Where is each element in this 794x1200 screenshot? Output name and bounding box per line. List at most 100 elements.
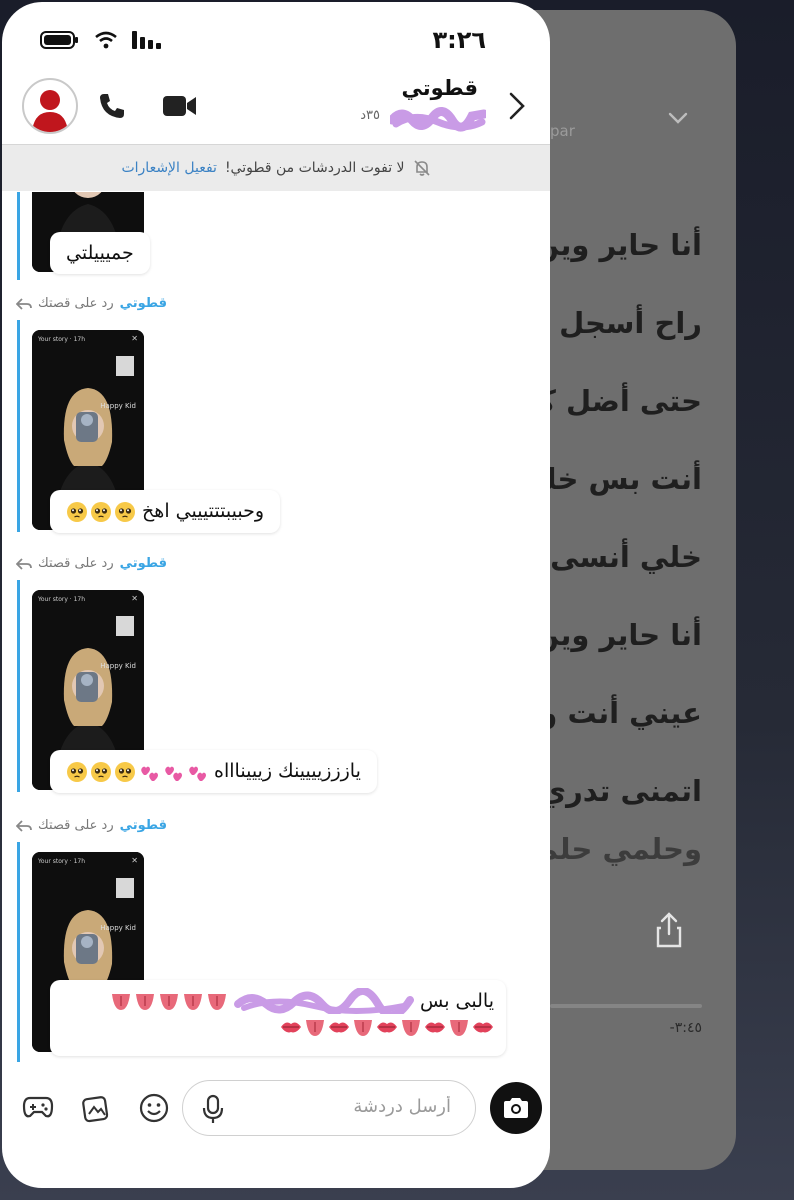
lyric-line: راح أسجل ر — [532, 306, 702, 340]
lyric-line: اتمنى تدري — [539, 774, 702, 808]
lips-icon — [329, 1022, 349, 1033]
song-title-fragment: par — [550, 122, 575, 140]
reply-indicator — [17, 192, 20, 280]
pleading-face-icon — [115, 501, 135, 522]
reply-indicator — [17, 842, 20, 1062]
message-text: جميييلتي — [66, 242, 134, 264]
tongue-icon — [402, 1020, 420, 1036]
story-meta: Your story · 17h — [38, 858, 86, 865]
tongue-icon — [354, 1020, 372, 1036]
close-icon: ✕ — [131, 856, 138, 865]
redacted-scribble — [390, 107, 486, 132]
lips-icon — [281, 1022, 301, 1033]
last-active-time: ٣٥د — [360, 108, 380, 123]
message-bubble[interactable]: يازززيييينك زيييناااه — [50, 750, 377, 793]
pleading-face-icon — [67, 761, 87, 782]
tongue-icon — [160, 994, 178, 1010]
reply-indicator — [17, 580, 20, 792]
reply-indicator — [17, 320, 20, 532]
pleading-face-icon — [91, 761, 111, 782]
emoji-picker-icon[interactable] — [138, 1092, 170, 1124]
story-meta: Your story · 17h — [38, 596, 86, 603]
game-controller-icon[interactable] — [22, 1092, 54, 1122]
two-hearts-icon — [141, 766, 158, 781]
chat-input[interactable] — [249, 1095, 453, 1118]
story-caption: Happy Kid — [100, 662, 136, 670]
chevron-right-icon[interactable] — [508, 90, 526, 122]
camera-button[interactable] — [490, 1082, 542, 1134]
notification-text: لا تفوت الدردشات من قطوتي! — [224, 160, 405, 176]
two-hearts-icon — [189, 766, 206, 781]
lyric-line: أنا حاير وين — [534, 228, 702, 262]
chat-messages[interactable]: جميييلتي قطوتي رد على قصتك Your story · … — [2, 192, 550, 1062]
message-composer — [2, 1064, 550, 1150]
notification-banner: لا تفوت الدردشات من قطوتي! تفعيل الإشعار… — [2, 144, 550, 191]
lips-tongue-emoji-row — [62, 1016, 494, 1038]
reply-author[interactable]: قطوتي — [120, 556, 167, 571]
reply-label: قطوتي رد على قصتك — [16, 296, 167, 311]
tongue-emoji-group — [110, 990, 228, 1012]
bitmoji-avatar-icon — [32, 90, 68, 132]
chevron-down-icon[interactable] — [666, 106, 690, 130]
lips-icon — [473, 1022, 493, 1033]
memories-gallery-icon[interactable] — [80, 1092, 112, 1124]
pleading-face-icon — [115, 761, 135, 782]
story-caption: Happy Kid — [100, 402, 136, 410]
two-hearts-icon — [165, 766, 182, 781]
tongue-icon — [208, 994, 226, 1010]
close-icon: ✕ — [131, 594, 138, 603]
message-bubble[interactable]: يالبى بس — [50, 980, 506, 1056]
video-call-icon[interactable] — [162, 94, 198, 118]
camera-icon — [504, 1098, 528, 1118]
reply-author[interactable]: قطوتي — [120, 818, 167, 833]
lips-icon — [425, 1022, 445, 1033]
bell-off-icon — [413, 160, 430, 176]
message-text: يازززيييينك زيييناااه — [214, 760, 361, 782]
reply-arrow-icon — [16, 819, 32, 832]
hearts-emoji-group — [66, 761, 208, 783]
lyric-line: أنا حاير وين — [534, 618, 702, 652]
status-bar: ٣:٢٦ — [2, 2, 550, 72]
lips-icon — [377, 1022, 397, 1033]
reply-caption: رد على قصتك — [38, 556, 114, 571]
reply-caption: رد على قصتك — [38, 818, 114, 833]
message-bubble[interactable]: جميييلتي — [50, 232, 150, 274]
time-remaining: -٣:٤٥ — [669, 1020, 702, 1036]
story-caption: Happy Kid — [100, 924, 136, 932]
message-text: يالبى بس — [420, 990, 494, 1012]
clock: ٣:٢٦ — [432, 26, 486, 54]
reply-author[interactable]: قطوتي — [120, 296, 167, 311]
tongue-icon — [450, 1020, 468, 1036]
tongue-icon — [112, 994, 130, 1010]
reply-label: قطوتي رد على قصتك — [16, 556, 167, 571]
tongue-icon — [306, 1020, 324, 1036]
share-icon[interactable] — [654, 910, 684, 950]
reply-caption: رد على قصتك — [38, 296, 114, 311]
battery-icon — [40, 31, 78, 49]
microphone-icon[interactable] — [199, 1093, 227, 1125]
reply-arrow-icon — [16, 557, 32, 570]
contact-name[interactable]: قطوتي — [401, 76, 478, 100]
message-bubble[interactable]: وحبيبتتتيييي اهخ — [50, 490, 281, 533]
lyric-line: وحلمي حلم — [536, 832, 702, 866]
reply-arrow-icon — [16, 297, 32, 310]
reply-label: قطوتي رد على قصتك — [16, 818, 167, 833]
wifi-icon — [95, 31, 117, 49]
tongue-icon — [136, 994, 154, 1010]
pleading-face-icon — [67, 501, 87, 522]
playback-progress-bar[interactable] — [550, 1004, 702, 1008]
redacted-scribble — [234, 988, 414, 1014]
pleading-face-icon — [91, 501, 111, 522]
story-meta: Your story · 17h — [38, 336, 86, 343]
chat-input-box[interactable] — [182, 1080, 476, 1136]
chat-screen: ٣:٢٦ قطوتي ٣٥د لا تفوت الدردشات من قطوتي… — [2, 2, 550, 1188]
chat-header: قطوتي ٣٥د — [2, 72, 550, 144]
tongue-icon — [184, 994, 202, 1010]
signal-icon — [132, 31, 161, 49]
avatar[interactable] — [22, 78, 78, 134]
phone-call-icon[interactable] — [96, 90, 128, 122]
message-text: وحبيبتتتيييي اهخ — [142, 500, 265, 522]
pleading-emoji-group — [66, 501, 136, 523]
close-icon: ✕ — [131, 334, 138, 343]
enable-notifications-link[interactable]: تفعيل الإشعارات — [121, 160, 216, 176]
